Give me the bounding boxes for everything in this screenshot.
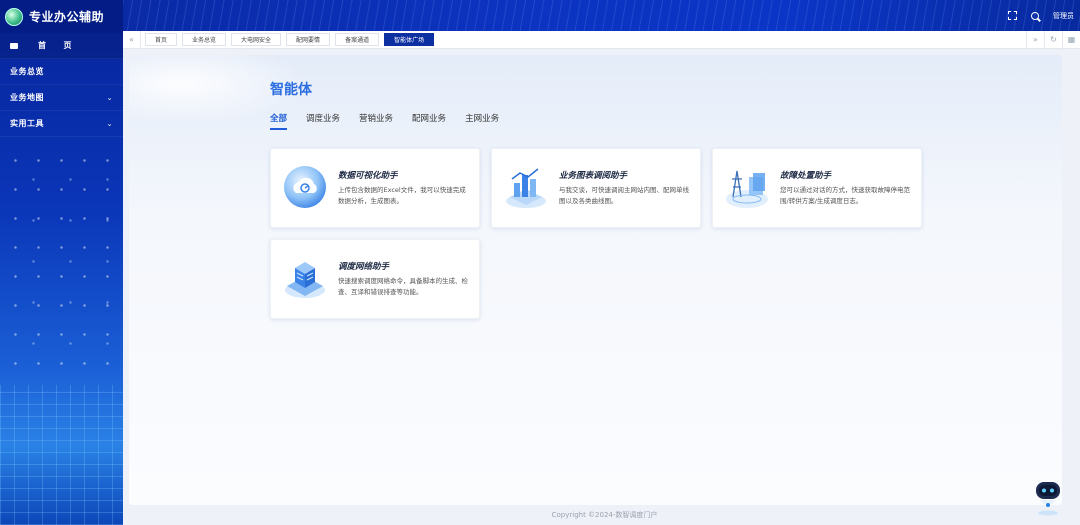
globe-logo-icon (5, 7, 23, 26)
agent-card-description: 上传包含数据的Excel文件，我可以快速完成数据分析，生成图表。 (338, 186, 466, 205)
robot-assistant-icon[interactable] (1030, 476, 1066, 516)
category-tabs: 全部 调度业务 营销业务 配网业务 主网业务 (270, 112, 499, 130)
agent-card-business-chart[interactable]: 业务图表调阅助手 与我交谈，可快速调阅主网站内图、配网单线图以及各类曲线图。 (491, 148, 701, 228)
cloud-chart-icon (284, 166, 326, 208)
sidebar: 专业办公辅助 首 页 业务总览 业务地图 ⌄ 实用工具 ⌄ (0, 0, 123, 525)
copyright-text: Copyright ©2024-数智调度门户 (551, 511, 658, 519)
sidebar-item-overview[interactable]: 业务总览 (0, 59, 123, 85)
server-cube-icon (285, 262, 325, 298)
footer: Copyright ©2024-数智调度门户 (129, 505, 1080, 525)
tab-bar-tools: » ↻ ▦ (1026, 30, 1080, 49)
bar-chart-platform-icon (506, 168, 546, 208)
agent-card-fault-handling[interactable]: 故障处置助手 您可以通过对话的方式，快速获取故障停电范围/转供方案/生成调度日志… (712, 148, 922, 228)
category-tab-main-grid[interactable]: 主网业务 (465, 112, 499, 128)
user-name[interactable]: 管理员 (1053, 11, 1074, 21)
refresh-icon[interactable]: ↻ (1044, 30, 1062, 49)
agent-card-title: 故障处置助手 (780, 171, 832, 181)
power-tower-icon (726, 170, 768, 208)
agent-card-title: 调度网络助手 (338, 262, 390, 272)
page-title: 智能体 (270, 82, 312, 98)
chevron-down-icon: ⌄ (106, 93, 113, 102)
chevron-down-icon: ⌄ (106, 119, 113, 128)
category-tab-marketing[interactable]: 营销业务 (359, 112, 393, 128)
agent-card-description: 与我交谈，可快速调阅主网站内图、配网单线图以及各类曲线图。 (559, 186, 689, 205)
sidebar-item-home[interactable]: 首 页 (0, 33, 123, 59)
grid-icon[interactable]: ▦ (1062, 30, 1080, 49)
sidebar-item-label: 首 页 (38, 41, 72, 50)
agent-card-description: 您可以通过对话的方式，快速获取故障停电范围/转供方案/生成调度日志。 (780, 186, 910, 205)
category-tab-dispatch[interactable]: 调度业务 (306, 112, 340, 128)
brand: 专业办公辅助 (0, 0, 123, 33)
tab-filing[interactable]: 备案通道 (335, 33, 380, 46)
double-left-icon[interactable]: « (123, 30, 141, 49)
search-icon[interactable] (1031, 11, 1039, 20)
category-tab-distribution[interactable]: 配网业务 (412, 112, 446, 128)
sidebar-item-label: 实用工具 (10, 119, 44, 128)
sidebar-item-tools[interactable]: 实用工具 ⌄ (0, 111, 123, 137)
double-right-icon[interactable]: » (1026, 30, 1044, 49)
page-tabs: 首页 业务总览 大电网安全 配网要情 备案通道 智能体广场 (141, 33, 1026, 46)
page-tabs-bar: « 首页 业务总览 大电网安全 配网要情 备案通道 智能体广场 » ↻ ▦ (123, 30, 1080, 49)
tab-agent-square[interactable]: 智能体广场 (384, 33, 435, 46)
header-tools: 管理员 (1008, 0, 1074, 31)
home-icon (10, 42, 18, 49)
tab-overview[interactable]: 业务总览 (182, 33, 227, 46)
sidebar-item-label: 业务地图 (10, 93, 44, 102)
sidebar-item-label: 业务总览 (10, 67, 44, 76)
sidebar-menu: 首 页 业务总览 业务地图 ⌄ 实用工具 ⌄ (0, 33, 123, 137)
fullscreen-icon[interactable] (1008, 11, 1017, 20)
agent-card-title: 数据可视化助手 (338, 171, 398, 181)
tab-distribution[interactable]: 配网要情 (286, 33, 331, 46)
agent-card-data-visualization[interactable]: 数据可视化助手 上传包含数据的Excel文件，我可以快速完成数据分析，生成图表。 (270, 148, 480, 228)
app-title: 专业办公辅助 (29, 10, 105, 24)
main-content: 智能体 全部 调度业务 营销业务 配网业务 主网业务 数据可视化助手 上传包含数… (129, 55, 1062, 505)
tab-home[interactable]: 首页 (145, 33, 178, 46)
sidebar-item-map[interactable]: 业务地图 ⌄ (0, 85, 123, 111)
agent-card-dispatch-network[interactable]: 调度网络助手 快速搜索调度网络命令，具备脚本的生成、检查、互译和错误排查等功能。 (270, 239, 480, 319)
agent-card-description: 快速搜索调度网络命令，具备脚本的生成、检查、互译和错误排查等功能。 (338, 277, 468, 296)
tab-grid-safety[interactable]: 大电网安全 (231, 33, 282, 46)
top-header: 管理员 (123, 0, 1080, 31)
category-tab-all[interactable]: 全部 (270, 112, 288, 130)
agent-card-title: 业务图表调阅助手 (559, 171, 628, 181)
